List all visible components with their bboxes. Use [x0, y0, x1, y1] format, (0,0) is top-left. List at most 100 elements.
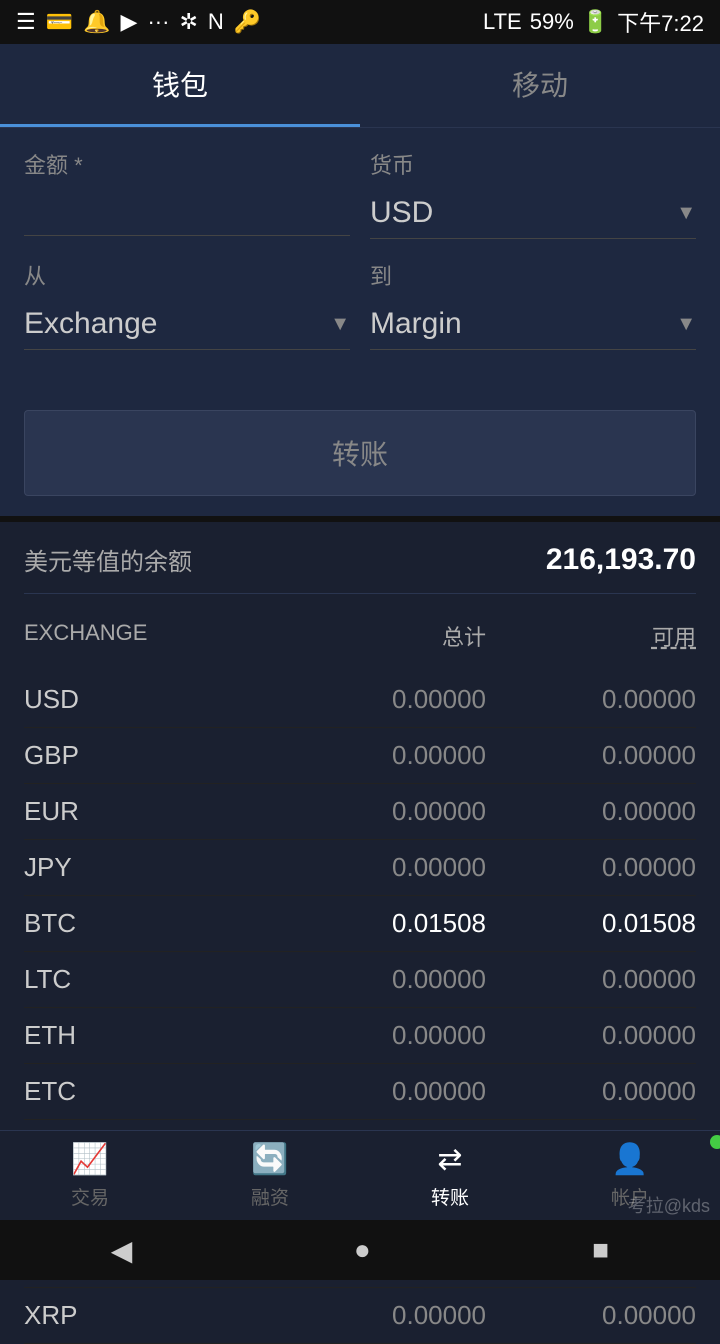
form-row-amount-currency: 金额 * 货币 USD ▼	[24, 148, 696, 239]
send-icon: ▶	[121, 9, 138, 35]
tab-wallet[interactable]: 钱包	[0, 44, 360, 127]
table-row: EUR 0.00000 0.00000	[24, 784, 696, 840]
status-right-info: LTE 59% 🔋 下午7:22	[483, 6, 704, 38]
row-total: 0.00000	[276, 796, 486, 827]
notification-icon: 🔔	[83, 9, 110, 35]
currency-select[interactable]: USD ▼	[370, 188, 696, 239]
key-icon: 🔑	[234, 9, 261, 35]
table-row: ETC 0.00000 0.00000	[24, 1064, 696, 1120]
row-name: GBP	[24, 740, 276, 771]
amount-input[interactable]	[24, 188, 350, 236]
to-group: 到 Margin ▼	[370, 259, 696, 350]
system-nav-bar: ◀ ● ■	[0, 1220, 720, 1280]
amount-group: 金额 *	[24, 148, 350, 239]
balance-row: 美元等值的余额 216,193.70	[24, 542, 696, 594]
back-button[interactable]: ◀	[111, 1234, 133, 1267]
nav-item-fund[interactable]: 🔄 融资	[180, 1131, 360, 1220]
transfer-label: 转账	[431, 1183, 469, 1210]
table-row: JPY 0.00000 0.00000	[24, 840, 696, 896]
trade-icon: 📈	[71, 1142, 108, 1177]
to-dropdown-arrow: ▼	[676, 313, 696, 336]
wallet-icon: 💳	[46, 9, 73, 35]
currency-group: 货币 USD ▼	[370, 148, 696, 239]
currency-dropdown-arrow: ▼	[676, 202, 696, 225]
currency-label: 货币	[370, 148, 696, 180]
transfer-button[interactable]: 转账	[24, 410, 696, 496]
row-available: 0.00000	[486, 852, 696, 883]
transfer-form: 金额 * 货币 USD ▼ 从 Exchange ▼ 到 Margin ▼	[0, 128, 720, 400]
row-total: 0.00000	[276, 1020, 486, 1051]
top-tab-bar: 钱包 移动	[0, 44, 720, 128]
row-available: 0.00000	[486, 1020, 696, 1051]
row-name: USD	[24, 684, 276, 715]
row-total: 0.00000	[276, 740, 486, 771]
table-row: LTC 0.00000 0.00000	[24, 952, 696, 1008]
row-available: 0.00000	[486, 684, 696, 715]
balance-value: 216,193.70	[546, 543, 696, 577]
transfer-btn-wrapper: 转账	[0, 400, 720, 516]
from-label: 从	[24, 259, 350, 291]
form-row-from-to: 从 Exchange ▼ 到 Margin ▼	[24, 259, 696, 350]
table-row: GBP 0.00000 0.00000	[24, 728, 696, 784]
nav-item-transfer[interactable]: ⇄ 转账	[360, 1131, 540, 1220]
sim-icon: ☰	[16, 9, 36, 35]
to-value: Margin	[370, 307, 462, 341]
bottom-nav: 📈 交易 🔄 融资 ⇄ 转账 👤 帐户	[0, 1130, 720, 1220]
row-available: 0.01508	[486, 908, 696, 939]
row-total: 0.01508	[276, 908, 486, 939]
to-select[interactable]: Margin ▼	[370, 299, 696, 350]
to-label: 到	[370, 259, 696, 291]
row-available: 0.00000	[486, 740, 696, 771]
row-name: ETH	[24, 1020, 276, 1051]
row-total: 0.00000	[276, 852, 486, 883]
trade-label: 交易	[71, 1183, 109, 1210]
status-bar: ☰ 💳 🔔 ▶ ··· ✲ N 🔑 LTE 59% 🔋 下午7:22	[0, 0, 720, 44]
nfc-icon: N	[208, 9, 224, 35]
currency-value: USD	[370, 196, 433, 230]
🔋-icon: 🔋	[582, 9, 609, 35]
home-button[interactable]: ●	[354, 1234, 371, 1266]
fund-icon: 🔄	[251, 1142, 288, 1177]
status-left-icons: ☰ 💳 🔔 ▶ ··· ✲ N 🔑	[16, 9, 261, 35]
col-total-header: 总计	[276, 620, 486, 652]
row-name: XRP	[24, 1300, 276, 1331]
row-name: ETC	[24, 1076, 276, 1107]
lte-label: LTE	[483, 9, 522, 35]
table-row: BTC 0.01508 0.01508	[24, 896, 696, 952]
table-row: USD 0.00000 0.00000	[24, 672, 696, 728]
row-available: 0.00000	[486, 796, 696, 827]
tab-move[interactable]: 移动	[360, 44, 720, 127]
from-value: Exchange	[24, 307, 157, 341]
account-icon: 👤	[611, 1142, 648, 1177]
row-total: 0.00000	[276, 1300, 486, 1331]
dots-icon: ···	[147, 9, 169, 35]
row-available: 0.00000	[486, 964, 696, 995]
from-group: 从 Exchange ▼	[24, 259, 350, 350]
battery-label: 59%	[530, 9, 574, 35]
from-select[interactable]: Exchange ▼	[24, 299, 350, 350]
row-name: LTC	[24, 964, 276, 995]
col-section-label: EXCHANGE	[24, 620, 276, 652]
fund-label: 融资	[251, 1183, 289, 1210]
row-name: EUR	[24, 796, 276, 827]
bluetooth-icon: ✲	[179, 9, 197, 35]
row-available: 0.00000	[486, 1300, 696, 1331]
recent-button[interactable]: ■	[592, 1234, 609, 1266]
row-available: 0.00000	[486, 1076, 696, 1107]
col-available-header: 可用	[486, 620, 696, 652]
time-label: 下午7:22	[617, 6, 704, 38]
row-name: BTC	[24, 908, 276, 939]
row-total: 0.00000	[276, 1076, 486, 1107]
watermark: 考拉@kds	[628, 1192, 710, 1218]
row-total: 0.00000	[276, 964, 486, 995]
online-indicator	[710, 1135, 720, 1149]
table-row: XRP 0.00000 0.00000	[24, 1288, 696, 1344]
amount-label: 金额 *	[24, 148, 350, 180]
row-total: 0.00000	[276, 684, 486, 715]
nav-item-trade[interactable]: 📈 交易	[0, 1131, 180, 1220]
balance-label: 美元等值的余额	[24, 542, 192, 577]
transfer-icon: ⇄	[437, 1142, 462, 1177]
from-dropdown-arrow: ▼	[330, 313, 350, 336]
row-name: JPY	[24, 852, 276, 883]
balance-section: 美元等值的余额 216,193.70	[0, 516, 720, 620]
